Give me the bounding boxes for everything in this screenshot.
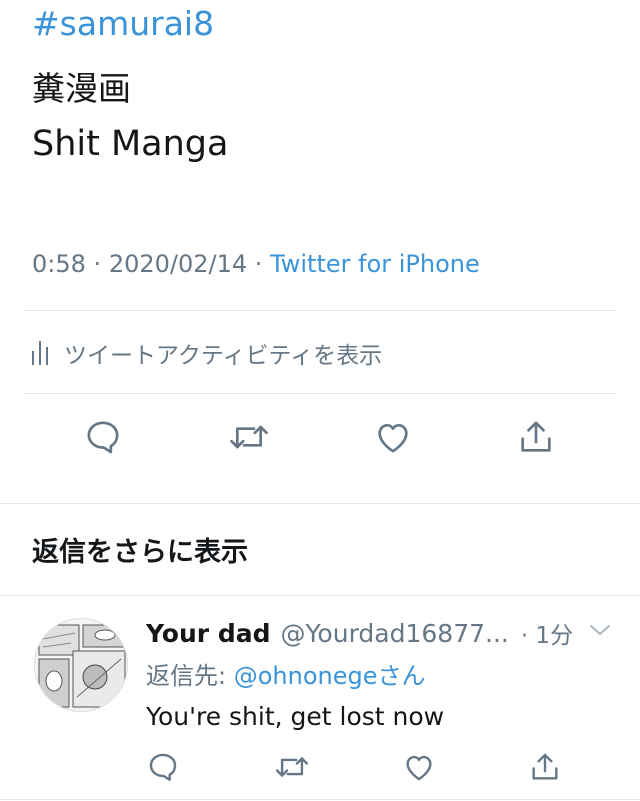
like-button[interactable]: [368, 412, 418, 462]
retweet-icon: [230, 425, 268, 449]
share-icon: [532, 753, 558, 780]
divider: [0, 799, 640, 800]
tweet-text-line-1: 糞漫画: [32, 69, 131, 108]
retweet-icon: [275, 757, 309, 777]
reply-header: Your dad @Yourdad16877... · 1分: [146, 616, 573, 650]
reply-button[interactable]: [78, 412, 128, 462]
tweet-meta: 0:58 · 2020/02/14 · Twitter for iPhone: [32, 250, 480, 278]
manga-avatar-image: [35, 619, 127, 711]
divider: [24, 393, 616, 394]
tweet-date: 2020/02/14: [108, 250, 248, 278]
tweet-time: 0:58: [32, 250, 86, 278]
reply-reply-button[interactable]: [138, 742, 188, 792]
like-icon: [406, 755, 432, 781]
tweet-text-line-2: Shit Manga: [32, 124, 229, 164]
hashtag-link[interactable]: #samurai8: [32, 4, 214, 43]
tweet-activity-link[interactable]: ツイートアクティビティを表示: [32, 336, 382, 370]
reply-to-line: 返信先: @ohnonegeさん: [146, 656, 425, 691]
meta-separator: ·: [254, 250, 271, 278]
meta-separator: ·: [93, 250, 109, 278]
divider: [0, 503, 640, 504]
reply-author-handle[interactable]: @Yourdad16877...: [280, 619, 508, 648]
reply-share-button[interactable]: [520, 742, 570, 792]
reply-icon: [87, 421, 119, 454]
avatar[interactable]: [34, 618, 128, 712]
activity-bars-icon: [32, 341, 48, 365]
retweet-button[interactable]: [224, 412, 274, 462]
reply-to-suffix: さん: [377, 662, 426, 690]
divider: [0, 595, 640, 596]
like-icon: [378, 424, 408, 453]
chevron-down-icon[interactable]: [588, 620, 612, 640]
tweet-activity-label: ツイートアクティビティを表示: [64, 343, 383, 369]
share-button[interactable]: [511, 412, 561, 462]
reply-text: You're shit, get lost now: [146, 702, 445, 731]
share-icon: [521, 421, 551, 452]
reply-icon: [149, 753, 177, 781]
reply-to-prefix: 返信先:: [146, 662, 234, 690]
reply-retweet-button[interactable]: [267, 742, 317, 792]
more-replies-link[interactable]: 返信をさらに表示: [32, 530, 248, 569]
tweet-client-link[interactable]: Twitter for iPhone: [270, 250, 480, 278]
reply-timestamp[interactable]: · 1分: [521, 616, 573, 650]
divider: [24, 310, 616, 311]
reply-like-button[interactable]: [394, 742, 444, 792]
reply-author-name[interactable]: Your dad: [146, 619, 270, 648]
reply-to-mention[interactable]: @ohnonegeさん: [234, 662, 426, 690]
